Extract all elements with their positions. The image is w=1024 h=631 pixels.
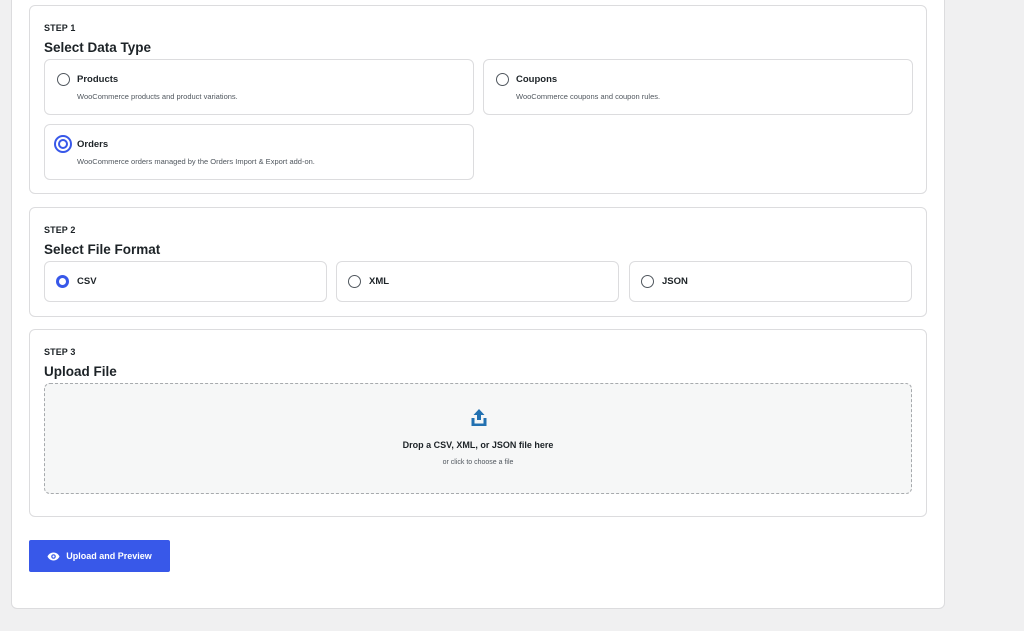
step-3-label: STEP 3 bbox=[44, 347, 76, 357]
step-select-data-type: STEP 1 Select Data Type Products WooComm… bbox=[29, 5, 927, 194]
data-type-option-products[interactable]: Products WooCommerce products and produc… bbox=[44, 59, 474, 115]
data-type-option-coupons[interactable]: Coupons WooCommerce coupons and coupon r… bbox=[483, 59, 913, 115]
step-2-label: STEP 2 bbox=[44, 225, 76, 235]
file-format-option-json[interactable]: JSON bbox=[629, 261, 912, 302]
step-upload-file: STEP 3 Upload File Drop a CSV, XML, or J… bbox=[29, 329, 927, 517]
step-2-title: Select File Format bbox=[44, 242, 161, 257]
orders-radio[interactable] bbox=[54, 135, 72, 153]
dropzone-main-text: Drop a CSV, XML, or JSON file here bbox=[402, 440, 554, 450]
csv-option-title: CSV bbox=[77, 276, 97, 287]
step-select-file-format: STEP 2 Select File Format CSV XML JSON bbox=[29, 207, 927, 317]
products-option-desc: WooCommerce products and product variati… bbox=[77, 92, 238, 101]
xml-option-title: XML bbox=[369, 276, 390, 287]
csv-radio[interactable] bbox=[56, 275, 69, 288]
json-radio[interactable] bbox=[641, 275, 654, 288]
upload-icon bbox=[471, 409, 487, 426]
step-1-label: STEP 1 bbox=[44, 23, 76, 33]
upload-and-preview-button[interactable]: Upload and Preview bbox=[29, 540, 170, 572]
json-option-title: JSON bbox=[662, 276, 688, 287]
coupons-option-title: Coupons bbox=[516, 74, 558, 85]
orders-option-desc: WooCommerce orders managed by the Orders… bbox=[77, 157, 315, 166]
coupons-option-desc: WooCommerce coupons and coupon rules. bbox=[516, 92, 661, 101]
step-1-title: Select Data Type bbox=[44, 40, 152, 55]
eye-icon bbox=[47, 552, 60, 560]
coupons-radio[interactable] bbox=[496, 73, 509, 86]
products-radio[interactable] bbox=[57, 73, 70, 86]
xml-radio[interactable] bbox=[348, 275, 361, 288]
step-3-title: Upload File bbox=[44, 364, 117, 379]
file-format-option-xml[interactable]: XML bbox=[336, 261, 619, 302]
products-option-title: Products bbox=[77, 74, 119, 85]
orders-option-title: Orders bbox=[77, 139, 109, 150]
file-dropzone[interactable]: Drop a CSV, XML, or JSON file here or cl… bbox=[44, 383, 912, 494]
dropzone-sub-text: or click to choose a file bbox=[442, 459, 514, 466]
file-format-option-csv[interactable]: CSV bbox=[44, 261, 327, 302]
upload-and-preview-label: Upload and Preview bbox=[66, 551, 152, 561]
data-type-option-orders[interactable]: Orders WooCommerce orders managed by the… bbox=[44, 124, 474, 180]
